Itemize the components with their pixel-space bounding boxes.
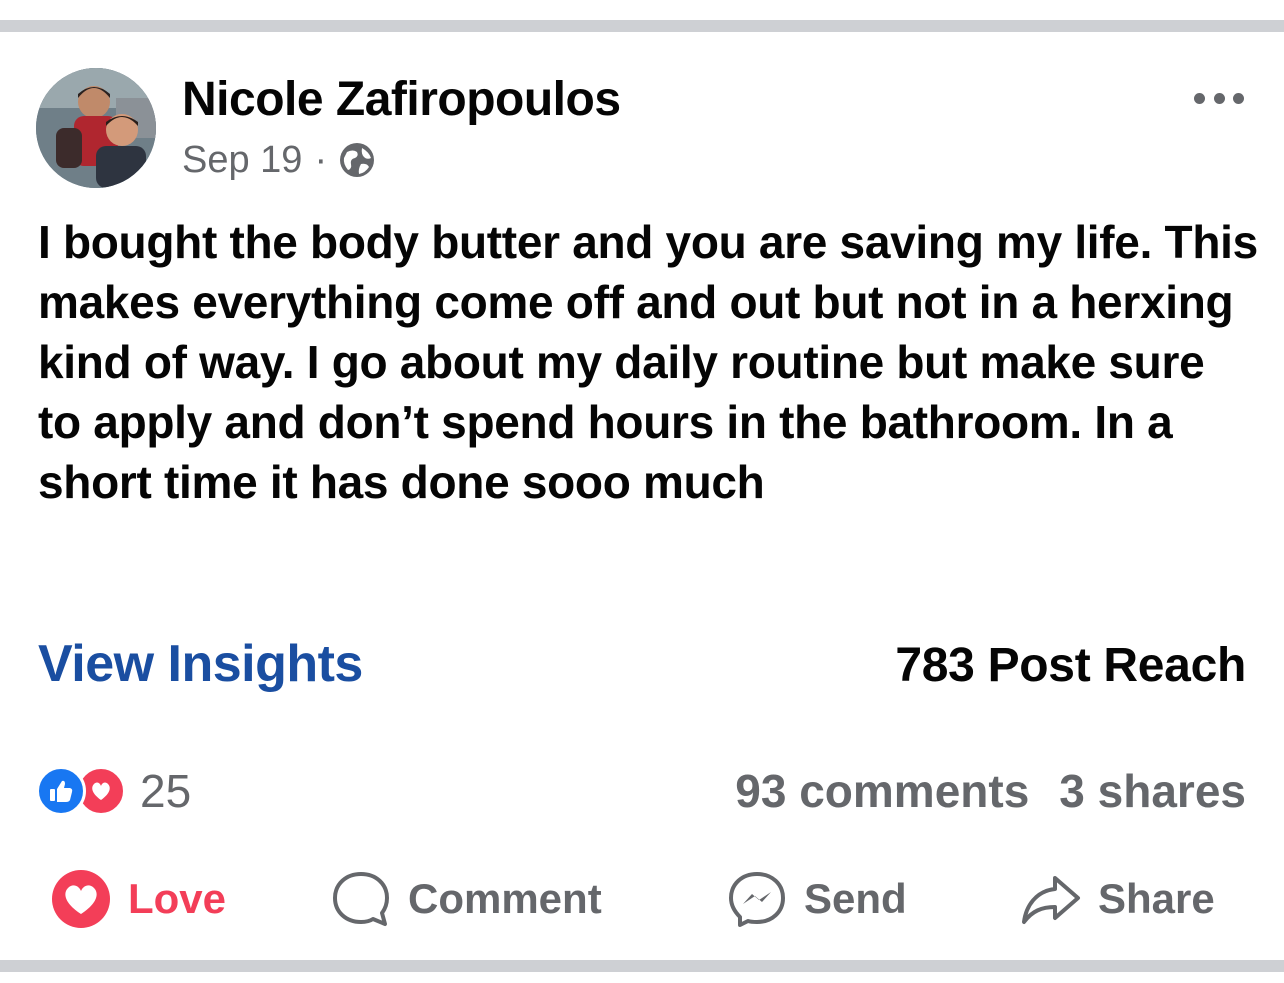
love-icon xyxy=(50,868,112,930)
comment-label: Comment xyxy=(408,875,602,922)
more-options-icon[interactable] xyxy=(1194,84,1244,112)
comment-button[interactable]: Comment xyxy=(330,868,602,930)
author-name[interactable]: Nicole Zafiropoulos xyxy=(182,72,621,127)
feed-separator-bottom xyxy=(0,960,1284,972)
comments-count[interactable]: 93 comments xyxy=(735,764,1029,818)
top-spacer xyxy=(0,0,1284,20)
send-label: Send xyxy=(804,875,907,922)
share-label: Share xyxy=(1098,875,1215,922)
meta-separator: · xyxy=(314,138,328,181)
shares-count[interactable]: 3 shares xyxy=(1059,764,1246,818)
post-meta: Sep 19 · xyxy=(182,138,377,182)
like-icon xyxy=(36,766,86,816)
reaction-summary[interactable]: 25 xyxy=(36,764,191,818)
feed-separator-top xyxy=(0,20,1284,32)
love-label: Love xyxy=(128,875,227,922)
engagement-counts: 93 comments 3 shares xyxy=(735,764,1246,818)
love-button[interactable]: Love xyxy=(50,868,226,930)
view-insights-link[interactable]: View Insights xyxy=(38,634,363,694)
globe-icon xyxy=(337,140,377,180)
share-button[interactable]: Share xyxy=(1020,868,1215,930)
post-reach: 783 Post Reach xyxy=(895,639,1246,692)
action-bar: Love Comment Send Share xyxy=(0,868,1284,930)
messenger-icon xyxy=(726,868,788,930)
share-icon xyxy=(1020,868,1082,930)
send-button[interactable]: Send xyxy=(726,868,907,930)
comment-icon xyxy=(330,868,392,930)
post-text: I bought the body butter and you are sav… xyxy=(38,216,1258,508)
reaction-count: 25 xyxy=(140,765,192,817)
avatar[interactable] xyxy=(36,68,156,188)
post-date[interactable]: Sep 19 xyxy=(182,139,302,182)
